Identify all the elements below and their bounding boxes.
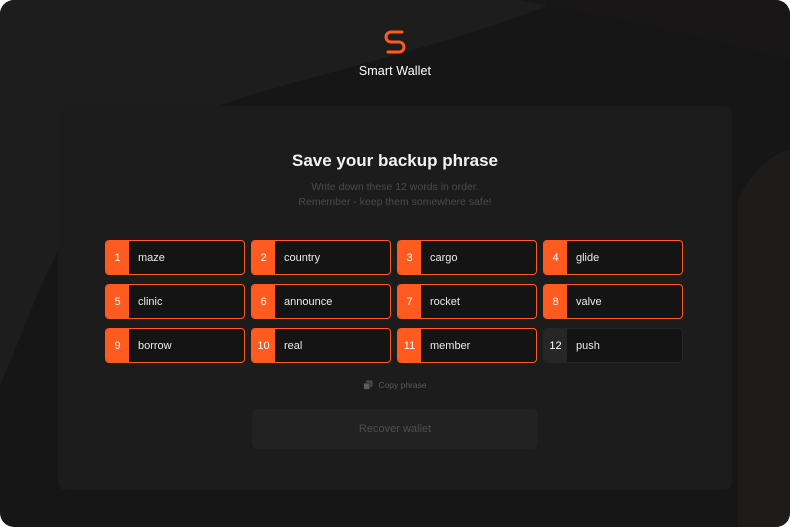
- recover-wallet-button[interactable]: Recover wallet: [252, 409, 538, 449]
- seed-word-7[interactable]: 7 rocket: [397, 284, 537, 319]
- seed-word-text: country: [284, 251, 321, 264]
- seed-word-10[interactable]: 10 real: [251, 328, 391, 363]
- seed-word-4[interactable]: 4 glide: [543, 240, 683, 275]
- seed-phrase-grid: 1 maze 2 country 3 cargo 4 glide 5 clini…: [105, 240, 683, 363]
- seed-word-8[interactable]: 8 valve: [543, 284, 683, 319]
- seed-word-text: maze: [138, 251, 165, 264]
- seed-word-number: 11: [398, 329, 421, 362]
- seed-word-text: push: [576, 339, 600, 352]
- seed-word-number: 7: [398, 285, 421, 318]
- copy-phrase-button[interactable]: Copy phrase: [58, 380, 732, 390]
- seed-word-number: 9: [106, 329, 129, 362]
- instructions-line-1: Write down these 12 words in order.: [311, 181, 479, 193]
- seed-word-number: 10: [252, 329, 275, 362]
- seed-word-6[interactable]: 6 announce: [251, 284, 391, 319]
- seed-word-number: 1: [106, 241, 129, 274]
- copy-icon: [363, 380, 373, 390]
- seed-word-text: glide: [576, 251, 600, 264]
- seed-word-9[interactable]: 9 borrow: [105, 328, 245, 363]
- seed-word-text: valve: [576, 295, 602, 308]
- seed-word-11[interactable]: 11 member: [397, 328, 537, 363]
- backup-phrase-card: Save your backup phrase Write down these…: [58, 106, 732, 490]
- s-logo-icon: [384, 30, 406, 54]
- seed-word-text: clinic: [138, 295, 163, 308]
- seed-word-number: 5: [106, 285, 129, 318]
- page-title: Save your backup phrase: [292, 151, 498, 170]
- seed-word-number: 12: [544, 329, 567, 362]
- seed-word-text: rocket: [430, 295, 460, 308]
- brand-name: Smart Wallet: [358, 64, 432, 78]
- seed-word-text: borrow: [138, 339, 172, 352]
- seed-word-text: member: [430, 339, 471, 352]
- seed-word-text: cargo: [430, 251, 458, 264]
- instructions-line-2: Remember - keep them somewhere safe!: [298, 196, 492, 208]
- seed-word-number: 2: [252, 241, 275, 274]
- seed-word-12[interactable]: 12 push: [543, 328, 683, 363]
- seed-word-5[interactable]: 5 clinic: [105, 284, 245, 319]
- seed-word-text: real: [284, 339, 303, 352]
- app-window: Smart Wallet Save your backup phrase Wri…: [0, 0, 790, 527]
- seed-word-number: 3: [398, 241, 421, 274]
- seed-word-number: 8: [544, 285, 567, 318]
- seed-word-number: 6: [252, 285, 275, 318]
- seed-word-text: announce: [284, 295, 333, 308]
- brand-header: Smart Wallet: [0, 28, 790, 78]
- seed-word-3[interactable]: 3 cargo: [397, 240, 537, 275]
- copy-phrase-label: Copy phrase: [378, 380, 427, 390]
- seed-word-2[interactable]: 2 country: [251, 240, 391, 275]
- seed-word-1[interactable]: 1 maze: [105, 240, 245, 275]
- instructions-text: Write down these 12 words in order. Reme…: [58, 180, 732, 210]
- seed-word-number: 4: [544, 241, 567, 274]
